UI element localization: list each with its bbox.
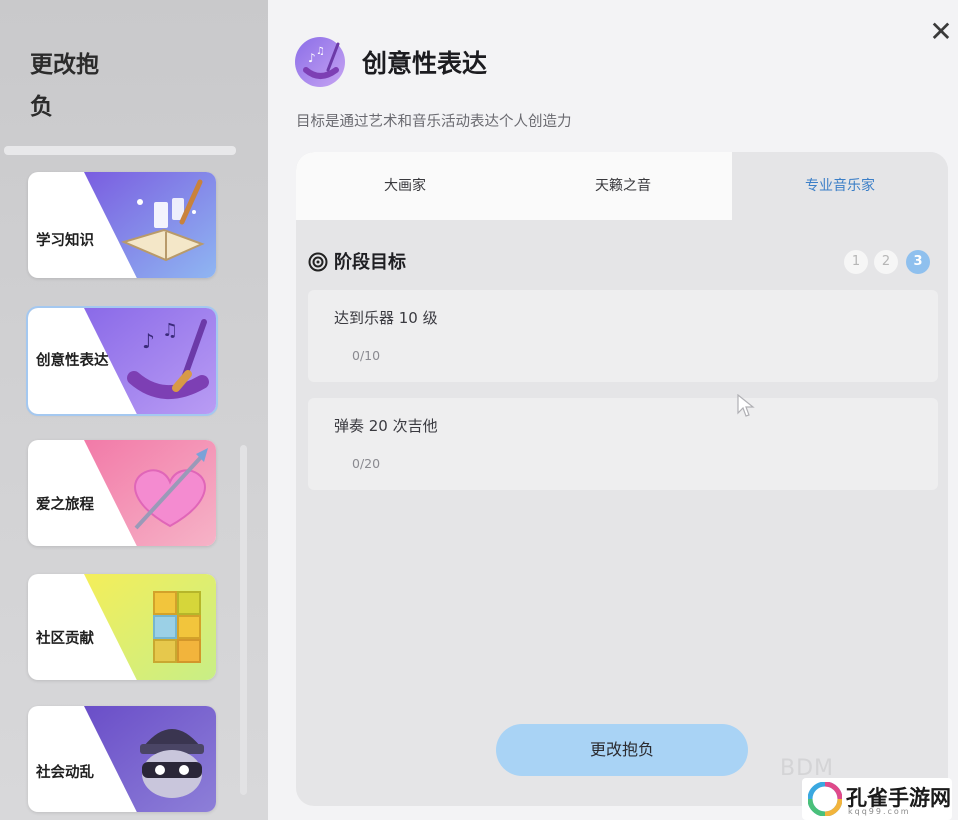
sidebar-divider: [4, 146, 236, 155]
svg-text:♪: ♪: [308, 51, 316, 65]
heart-arrow-icon: [84, 440, 216, 546]
page-title: 创意性表达: [362, 49, 488, 78]
sidebar-item-label: 社区贡献: [36, 631, 94, 647]
step-3-active[interactable]: 3: [906, 250, 930, 274]
goal-item: 弹奏 20 次吉他 0/20: [308, 398, 938, 490]
sidebar-item-creative[interactable]: ♪ ♫ 创意性表达: [26, 306, 218, 416]
goal-name: 达到乐器 10 级: [334, 309, 438, 327]
sidebar: 更改抱负 学习知识 ♪ ♫ 创意性表达 爱之旅程 社区贡献 社会动乱: [0, 0, 268, 820]
sidebar-item-community[interactable]: 社区贡献: [28, 574, 216, 680]
step-2[interactable]: 2: [874, 250, 898, 274]
sidebar-item-love[interactable]: 爱之旅程: [28, 440, 216, 546]
mouse-cursor-icon: [736, 393, 756, 418]
sidebar-item-label: 学习知识: [36, 233, 94, 249]
sidebar-item-learning[interactable]: 学习知识: [28, 172, 216, 278]
stage-goals-label: 阶段目标: [334, 252, 406, 273]
burglar-mask-icon: [84, 706, 216, 812]
step-1[interactable]: 1: [844, 250, 868, 274]
logo-subtext: kqq99.com: [848, 807, 911, 816]
tab-bar: 大画家 天籁之音 专业音乐家: [296, 152, 948, 220]
close-button[interactable]: ✕: [926, 18, 956, 48]
stage-goals-title: 阶段目标: [308, 248, 406, 274]
svg-text:♫: ♫: [162, 320, 178, 341]
creative-header-icon: ♪ ♫: [294, 36, 346, 88]
site-logo: 孔雀手游网 kqq99.com: [802, 778, 952, 820]
goal-name: 弹奏 20 次吉他: [334, 417, 438, 435]
sidebar-title: 更改抱负: [30, 52, 99, 120]
tab-pro-musician[interactable]: 专业音乐家: [732, 152, 948, 220]
aspiration-content: 大画家 天籁之音 专业音乐家 阶段目标 1 2 3 达到乐器 10 级 0/10…: [296, 152, 948, 806]
sidebar-item-label: 爱之旅程: [36, 497, 94, 513]
blocks-icon: [84, 574, 216, 680]
tab-heavenly-voice[interactable]: 天籁之音: [514, 152, 732, 220]
goal-item: 达到乐器 10 级 0/10: [308, 290, 938, 382]
change-aspiration-button[interactable]: 更改抱负: [496, 724, 748, 776]
sidebar-item-label: 创意性表达: [36, 353, 109, 369]
sidebar-item-unrest[interactable]: 社会动乱: [28, 706, 216, 812]
svg-text:♪: ♪: [142, 329, 155, 353]
svg-text:♫: ♫: [316, 46, 325, 57]
tab-great-painter[interactable]: 大画家: [296, 152, 514, 220]
peacock-logo-icon: [807, 781, 843, 817]
goal-progress: 0/10: [352, 348, 381, 363]
goal-progress: 0/20: [352, 456, 381, 471]
sidebar-item-label: 社会动乱: [36, 765, 94, 781]
sidebar-scrollbar[interactable]: [240, 445, 247, 795]
book-quill-icon: [84, 172, 216, 278]
page-subtitle: 目标是通过艺术和音乐活动表达个人创造力: [296, 114, 572, 130]
